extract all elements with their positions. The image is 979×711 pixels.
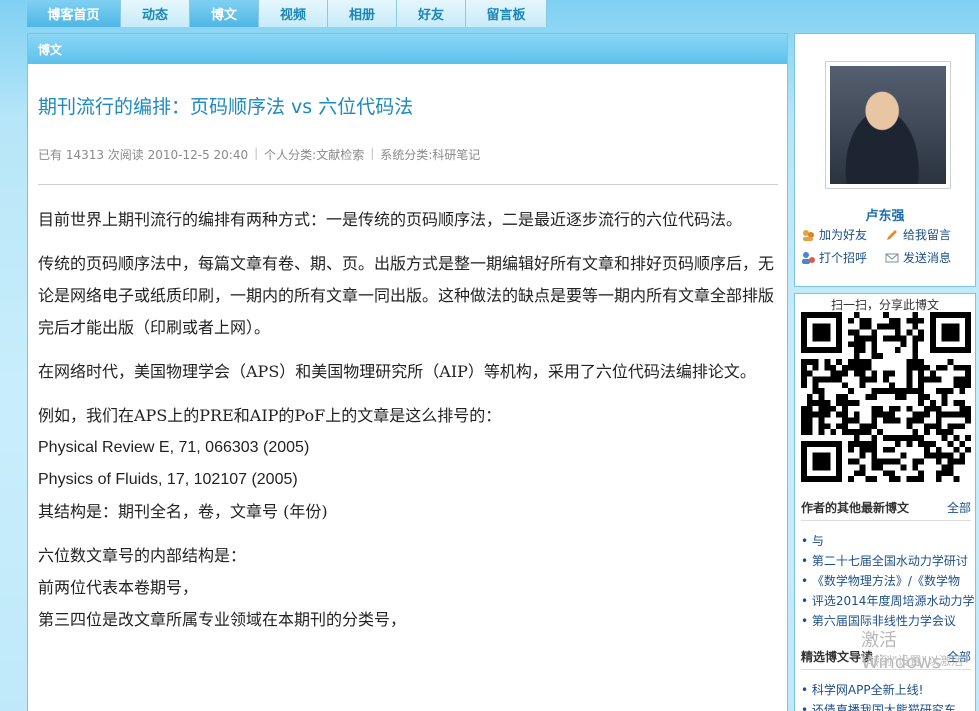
- article-panel: 博文 期刊流行的编排：页码顺序法 vs 六位代码法 已有 14313 次阅读 2…: [27, 33, 788, 711]
- meta-separator: |: [370, 146, 375, 160]
- tab-guestbook[interactable]: 留言板: [466, 0, 547, 27]
- list-item[interactable]: 科学网APP全新上线!: [801, 680, 975, 700]
- system-category-link[interactable]: 系统分类:科研笔记: [380, 146, 480, 163]
- title-divider: [38, 184, 778, 185]
- tab-friends[interactable]: 好友: [397, 0, 466, 27]
- example-reference-2: Physics of Fluids, 17, 102107 (2005): [38, 471, 298, 488]
- envelope-icon: [885, 251, 899, 265]
- send-message-label: 发送消息: [903, 251, 952, 265]
- add-friend-label: 加为好友: [819, 228, 868, 242]
- list-item[interactable]: 评选2014年度周培源水动力学: [801, 591, 975, 611]
- six-digit-intro: 六位数文章号的内部结构是：: [38, 546, 247, 565]
- leave-message-button[interactable]: 给我留言: [885, 226, 969, 243]
- leave-message-label: 给我留言: [903, 228, 952, 242]
- recent-posts-all-link[interactable]: 全部: [947, 499, 971, 516]
- recent-posts-title: 作者的其他最新博文: [801, 501, 910, 515]
- meta-separator: |: [254, 146, 259, 160]
- qr-code-icon: [801, 312, 971, 482]
- greet-button[interactable]: 打个招呼: [801, 249, 885, 266]
- pencil-icon: [885, 228, 899, 242]
- recent-posts-list: 与 第二十七届全国水动力学研讨 《数学物理方法》/《数学物 评选2014年度周培…: [801, 531, 975, 631]
- paragraph: 目前世界上期刊流行的编排有两种方式：一是传统的页码顺序法，二是最近逐步流行的六位…: [38, 210, 743, 229]
- featured-posts-list: 科学网APP全新上线! 还债直播我国大熊猫研究东: [801, 680, 975, 711]
- qr-caption: 扫一扫，分享此博文: [830, 298, 939, 312]
- read-count-date: 已有 14313 次阅读 2010-12-5 20:40: [38, 148, 249, 162]
- list-item[interactable]: 第二十七届全国水动力学研讨: [801, 551, 975, 571]
- post-title[interactable]: 期刊流行的编排：页码顺序法 vs 六位代码法: [38, 92, 413, 119]
- digit-line: 第三四位是改文章所属专业领域在本期刊的分类号，: [38, 610, 407, 629]
- recent-posts-header: 作者的其他最新博文 全部: [801, 499, 971, 516]
- tab-posts[interactable]: 博文: [190, 0, 259, 27]
- post-meta: 已有 14313 次阅读 2010-12-5 20:40 | 个人分类:文献检索…: [38, 146, 480, 163]
- paragraph: 传统的页码顺序法中，每篇文章有卷、期、页。出版方式是整一期编辑好所有文章和排好页…: [38, 254, 775, 337]
- structure-line: 其结构是：期刊全名，卷，文章号 (年份): [38, 502, 328, 521]
- tab-albums[interactable]: 相册: [328, 0, 397, 27]
- author-name[interactable]: 卢东强: [795, 205, 975, 224]
- list-item[interactable]: 与: [801, 531, 975, 551]
- greet-icon: [801, 251, 815, 265]
- example-reference-1: Physical Review E, 71, 066303 (2005): [38, 439, 310, 456]
- author-photo: [830, 66, 946, 184]
- tab-activity[interactable]: 动态: [121, 0, 190, 27]
- paragraph: 在网络时代，美国物理学会（APS）和美国物理研究所（AIP）等机构，采用了六位代…: [38, 362, 756, 381]
- avatar[interactable]: [825, 61, 951, 189]
- windows-activation-subtext: 转到"设置"以激活: [868, 654, 964, 668]
- tab-videos[interactable]: 视频: [259, 0, 328, 27]
- tab-blog-home[interactable]: 博客首页: [27, 0, 121, 27]
- author-actions: 加为好友 给我留言 打个招呼 发送消息: [801, 226, 973, 266]
- add-friend-button[interactable]: 加为好友: [801, 226, 885, 243]
- author-card: 卢东强 加为好友 给我留言 打个招呼 发送消息: [794, 33, 976, 287]
- list-item[interactable]: 《数学物理方法》/《数学物: [801, 571, 975, 591]
- send-message-button[interactable]: 发送消息: [885, 249, 969, 266]
- digit-line: 前两位代表本卷期号，: [38, 578, 199, 597]
- post-body: 目前世界上期刊流行的编排有两种方式：一是传统的页码顺序法，二是最近逐步流行的六位…: [38, 204, 780, 636]
- personal-category-link[interactable]: 个人分类:文献检索: [264, 146, 364, 163]
- panel-header: 博文: [28, 34, 787, 64]
- top-nav: 博客首页 动态 博文 视频 相册 好友 留言板: [27, 0, 547, 27]
- list-item[interactable]: 还债直播我国大熊猫研究东: [801, 700, 975, 711]
- greet-label: 打个招呼: [819, 251, 868, 265]
- example-intro: 例如，我们在APS上的PRE和AIP的PoF上的文章是这么排号的：: [38, 406, 502, 425]
- add-friend-icon: [801, 228, 815, 242]
- section-divider: [801, 520, 971, 521]
